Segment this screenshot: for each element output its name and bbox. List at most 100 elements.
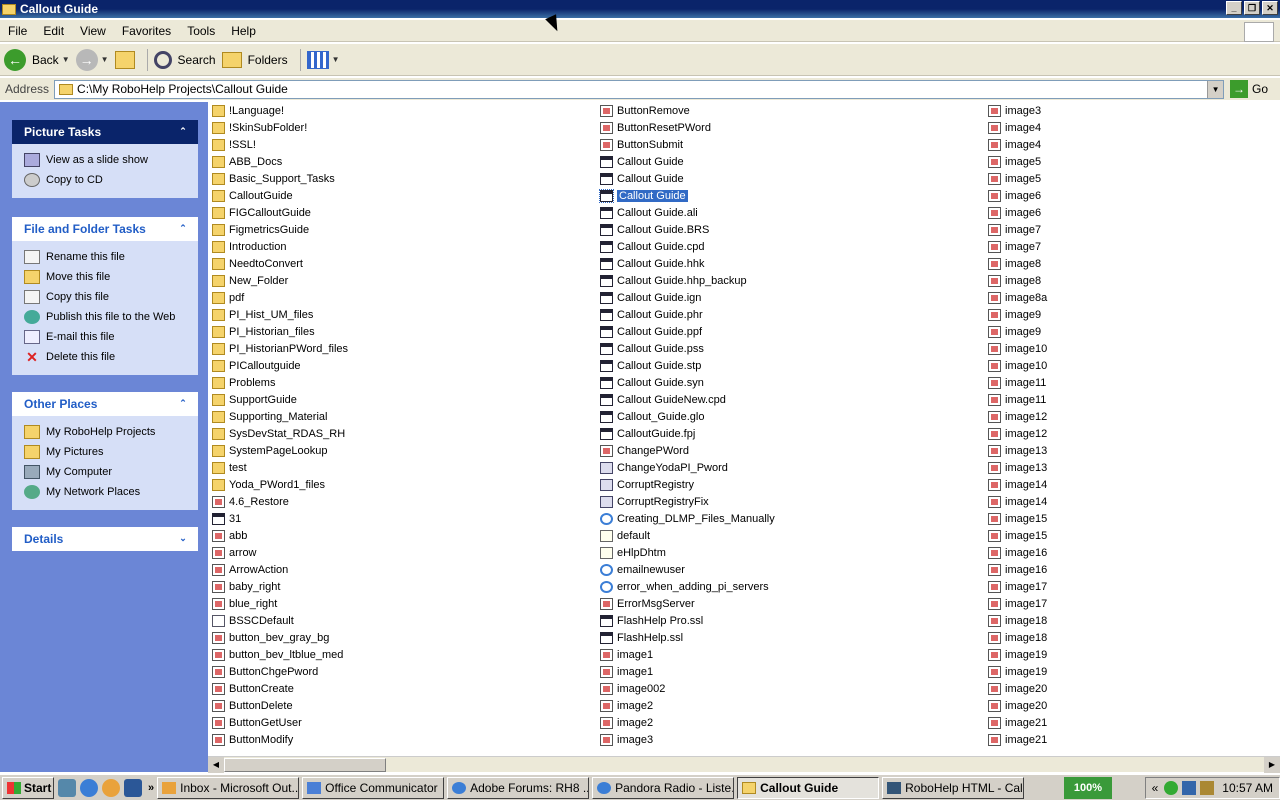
collapse-chevron-icon[interactable]: ⌃ <box>176 125 190 139</box>
back-button[interactable]: ← Back ▼ <box>4 48 70 71</box>
place-my-pictures[interactable]: My Pictures <box>24 442 198 462</box>
views-button[interactable]: ▼ <box>306 50 340 69</box>
folder-item[interactable]: CalloutGuide <box>212 188 293 204</box>
folder-item[interactable]: Basic_Support_Tasks <box>212 171 335 187</box>
folder-item[interactable]: !SkinSubFolder! <box>212 120 307 136</box>
file-item[interactable]: button_bev_ltblue_med <box>212 647 343 663</box>
folder-item[interactable]: !SSL! <box>212 137 256 153</box>
file-item[interactable]: image3 <box>600 732 653 748</box>
file-item[interactable]: ButtonRemove <box>600 103 690 119</box>
folder-item[interactable]: !Language! <box>212 103 284 119</box>
file-item[interactable]: Callout Guide.hhp_backup <box>600 273 747 289</box>
file-item[interactable]: image9 <box>988 324 1041 340</box>
collapse-chevron-icon[interactable]: ⌃ <box>176 222 190 236</box>
address-dropdown-icon[interactable]: ▼ <box>1207 80 1224 98</box>
taskbar-robohelp[interactable]: RoboHelp HTML - Call... <box>882 776 1025 799</box>
file-item[interactable]: blue_right <box>212 596 277 612</box>
up-folder-button[interactable] <box>114 50 135 69</box>
task-email[interactable]: E-mail this file <box>24 327 198 347</box>
file-item[interactable]: ButtonModify <box>212 732 293 748</box>
file-item[interactable]: ChangePWord <box>600 443 689 459</box>
forward-button[interactable]: → ▼ <box>75 48 109 71</box>
other-places-header[interactable]: Other Places ⌃ <box>12 392 198 416</box>
file-item[interactable]: CalloutGuide.fpj <box>600 426 695 442</box>
file-item[interactable]: ButtonSubmit <box>600 137 683 153</box>
file-item[interactable]: image18 <box>988 630 1047 646</box>
taskbar-outlook[interactable]: Inbox - Microsoft Out... <box>157 776 300 799</box>
search-button[interactable]: Search <box>153 50 216 69</box>
file-item[interactable]: default <box>600 528 650 544</box>
file-item[interactable]: FlashHelp Pro.ssl <box>600 613 703 629</box>
task-rename[interactable]: Rename this file <box>24 247 198 267</box>
file-item[interactable]: image21 <box>988 732 1047 748</box>
file-item[interactable]: image10 <box>988 358 1047 374</box>
file-item[interactable]: button_bev_gray_bg <box>212 630 329 646</box>
file-item[interactable]: image3 <box>988 103 1041 119</box>
file-item[interactable]: image6 <box>988 205 1041 221</box>
quicklaunch-expand-icon[interactable]: » <box>148 782 154 794</box>
scroll-thumb[interactable] <box>224 758 386 772</box>
task-slide-show[interactable]: View as a slide show <box>24 150 198 170</box>
file-item[interactable]: ErrorMsgServer <box>600 596 695 612</box>
file-item[interactable]: ButtonChgePword <box>212 664 318 680</box>
volume-tray-icon[interactable] <box>1200 781 1215 795</box>
file-item[interactable]: image2 <box>600 715 653 731</box>
file-item[interactable]: image15 <box>988 511 1047 527</box>
file-item[interactable]: Callout Guide.cpd <box>600 239 704 255</box>
file-item[interactable]: BSSCDefault <box>212 613 294 629</box>
file-item[interactable]: image12 <box>988 409 1047 425</box>
file-item[interactable]: image19 <box>988 664 1047 680</box>
file-item[interactable]: image14 <box>988 477 1047 493</box>
details-header[interactable]: Details ⌄ <box>12 527 198 551</box>
file-item[interactable]: image11 <box>988 392 1046 408</box>
file-item[interactable]: ButtonDelete <box>212 698 293 714</box>
file-item[interactable]: Callout Guide.BRS <box>600 222 709 238</box>
file-item[interactable]: image18 <box>988 613 1047 629</box>
file-item[interactable]: Callout Guide.pss <box>600 341 704 357</box>
sync-tray-icon[interactable] <box>1182 781 1197 795</box>
place-network-places[interactable]: My Network Places <box>24 482 198 502</box>
file-item[interactable]: image9 <box>988 307 1041 323</box>
folder-item[interactable]: FIGCalloutGuide <box>212 205 311 221</box>
file-item[interactable]: CorruptRegistry <box>600 477 694 493</box>
task-delete[interactable]: ✕ Delete this file <box>24 347 198 367</box>
folder-item[interactable]: Yoda_PWord1_files <box>212 477 325 493</box>
folder-item[interactable]: Supporting_Material <box>212 409 327 425</box>
close-button[interactable]: ✕ <box>1262 1 1278 15</box>
file-item[interactable]: image6 <box>988 188 1041 204</box>
file-item[interactable]: error_when_adding_pi_servers <box>600 579 769 595</box>
folder-item[interactable]: PI_HistorianPWord_files <box>212 341 348 357</box>
folder-item[interactable]: test <box>212 460 247 476</box>
folder-item[interactable]: New_Folder <box>212 273 288 289</box>
folder-item[interactable]: SysDevStat_RDAS_RH <box>212 426 345 442</box>
taskbar-adobe-forums[interactable]: Adobe Forums: RH8 ... <box>447 776 590 799</box>
go-button[interactable]: → Go <box>1230 80 1268 98</box>
file-item[interactable]: image20 <box>988 681 1047 697</box>
file-item[interactable]: image002 <box>600 681 665 697</box>
folder-item[interactable]: ABB_Docs <box>212 154 282 170</box>
file-item[interactable]: baby_right <box>212 579 280 595</box>
collapse-chevron-icon[interactable]: ⌃ <box>176 397 190 411</box>
network-tray-icon[interactable] <box>1164 781 1179 795</box>
file-item[interactable]: image13 <box>988 443 1047 459</box>
file-item[interactable]: image11 <box>988 375 1046 391</box>
file-item[interactable]: 31 <box>212 511 241 527</box>
folder-item[interactable]: pdf <box>212 290 244 306</box>
file-item[interactable]: Callout Guide.ali <box>600 205 698 221</box>
quicklaunch-word-icon[interactable] <box>124 778 142 797</box>
file-item[interactable]: image15 <box>988 528 1047 544</box>
file-item[interactable]: image4 <box>988 137 1041 153</box>
maximize-button[interactable]: ❐ <box>1244 1 1260 15</box>
file-item[interactable]: ButtonCreate <box>212 681 294 697</box>
file-item[interactable]: FlashHelp.ssl <box>600 630 683 646</box>
file-item[interactable]: image5 <box>988 171 1041 187</box>
file-item[interactable]: arrow <box>212 545 257 561</box>
expand-chevron-icon[interactable]: ⌄ <box>176 532 190 546</box>
menu-view[interactable]: View <box>72 24 114 38</box>
file-item[interactable]: Callout Guide.ign <box>600 290 701 306</box>
folder-item[interactable]: SupportGuide <box>212 392 297 408</box>
file-item[interactable]: ChangeYodaPI_Pword <box>600 460 728 476</box>
folder-item[interactable]: Introduction <box>212 239 286 255</box>
scroll-right-icon[interactable]: ▶ <box>1264 757 1280 773</box>
file-item[interactable]: Creating_DLMP_Files_Manually <box>600 511 775 527</box>
